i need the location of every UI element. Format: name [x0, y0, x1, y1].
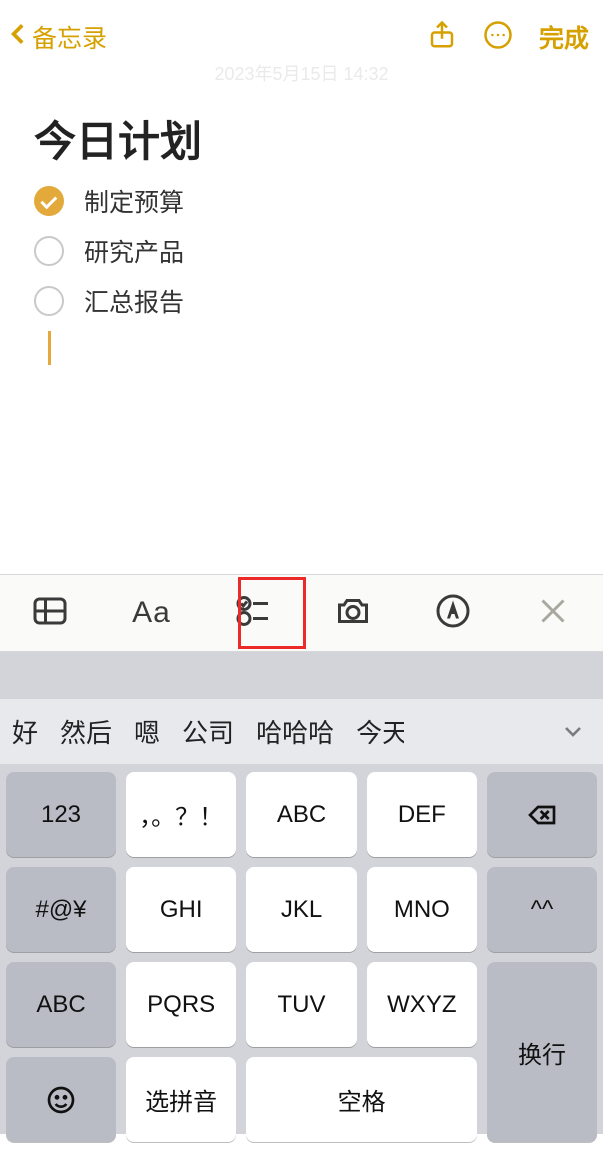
key-abc[interactable]: ABC — [246, 772, 356, 857]
close-icon[interactable] — [535, 593, 571, 634]
key-mno[interactable]: MNO — [367, 867, 477, 952]
candidate[interactable]: 然后 — [60, 713, 112, 750]
candidate[interactable]: 好 — [12, 713, 38, 750]
chevron-left-icon — [6, 19, 32, 56]
key-abc-mode[interactable]: ABC — [6, 962, 116, 1047]
smiley-icon — [45, 1084, 77, 1116]
note-title: 今日计划 — [34, 108, 569, 169]
more-icon[interactable] — [483, 20, 513, 55]
share-icon[interactable] — [427, 20, 457, 55]
key-pqrs[interactable]: PQRS — [126, 962, 236, 1047]
key-tuv[interactable]: TUV — [246, 962, 356, 1047]
todo-item[interactable]: 制定预算 — [34, 183, 569, 219]
checklist-icon[interactable] — [235, 593, 271, 634]
key-return[interactable]: 换行 — [487, 962, 597, 1142]
todo-text: 汇总报告 — [84, 283, 184, 319]
nav-right: 完成 — [427, 19, 589, 55]
table-icon[interactable] — [32, 593, 68, 634]
key-space[interactable]: 空格 — [246, 1057, 477, 1142]
checkbox-empty-icon[interactable] — [34, 286, 64, 316]
candidate[interactable]: 公司 — [182, 713, 234, 750]
keyboard: 好 然后 嗯 公司 哈哈哈 今天 123 ，。？！ ABC DEF #@¥ GH… — [0, 652, 603, 1134]
todo-item[interactable]: 研究产品 — [34, 233, 569, 269]
text-cursor — [48, 331, 51, 365]
back-button[interactable]: 备忘录 — [6, 19, 107, 56]
camera-icon[interactable] — [335, 593, 371, 634]
key-ghi[interactable]: GHI — [126, 867, 236, 952]
key-jkl[interactable]: JKL — [246, 867, 356, 952]
done-button[interactable]: 完成 — [539, 19, 589, 55]
key-emoji[interactable] — [6, 1057, 116, 1142]
checkbox-empty-icon[interactable] — [34, 236, 64, 266]
todo-text: 研究产品 — [84, 233, 184, 269]
key-wxyz[interactable]: WXYZ — [367, 962, 477, 1047]
key-def[interactable]: DEF — [367, 772, 477, 857]
key-punct[interactable]: ，。？！ — [126, 772, 236, 857]
candidate-bar: 好 然后 嗯 公司 哈哈哈 今天 — [0, 699, 603, 764]
text-format-button[interactable]: Aa — [132, 596, 171, 630]
note-body[interactable]: 今日计划 制定预算 研究产品 汇总报告 — [0, 108, 603, 365]
key-backspace[interactable] — [487, 772, 597, 857]
chevron-down-icon[interactable] — [561, 719, 585, 750]
candidate[interactable]: 今天 — [356, 713, 404, 750]
checkbox-checked-icon[interactable] — [34, 186, 64, 216]
back-label: 备忘录 — [32, 19, 107, 55]
markup-icon[interactable] — [435, 593, 471, 634]
navbar: 备忘录 完成 — [0, 0, 603, 64]
key-123[interactable]: 123 — [6, 772, 116, 857]
todo-item[interactable]: 汇总报告 — [34, 283, 569, 319]
todo-text: 制定预算 — [84, 183, 184, 219]
candidate[interactable]: 哈哈哈 — [256, 713, 334, 750]
backspace-icon — [526, 799, 558, 831]
key-grid: 123 ，。？！ ABC DEF #@¥ GHI JKL MNO ^^ ABC … — [0, 764, 603, 1150]
candidate[interactable]: 嗯 — [134, 713, 160, 750]
key-emoticon[interactable]: ^^ — [487, 867, 597, 952]
timestamp: 2023年5月15日 14:32 — [0, 60, 603, 86]
format-toolbar: Aa — [0, 574, 603, 652]
key-symbols[interactable]: #@¥ — [6, 867, 116, 952]
key-select-pinyin[interactable]: 选拼音 — [126, 1057, 236, 1142]
